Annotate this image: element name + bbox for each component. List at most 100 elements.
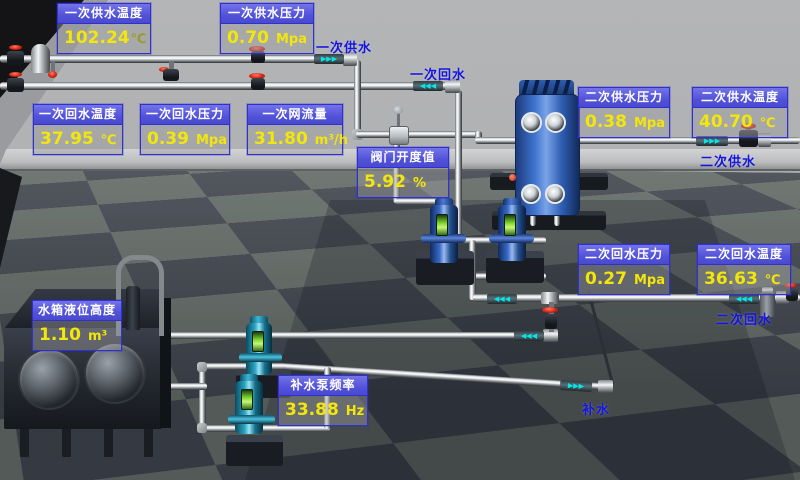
- gauge-value: 0.70: [227, 28, 269, 48]
- flow-arrows-right-icon: ▶▶▶: [560, 380, 593, 392]
- pump-flange-wings: [239, 353, 282, 362]
- control-valve[interactable]: [389, 126, 409, 145]
- gauge-value: 102.24: [64, 28, 130, 48]
- gauge-title: 阀门开度值: [358, 148, 448, 168]
- hx-drain-valve: [509, 174, 516, 181]
- gauge-secondary-return-temp: 二次回水温度 36.63℃: [697, 244, 791, 295]
- gauge-title: 一次供水温度: [58, 4, 150, 24]
- tank-vent: [126, 286, 140, 330]
- valve-handwheel[interactable]: [9, 72, 22, 77]
- gauge-value-row: 1.10 m³: [33, 321, 121, 350]
- gauge-value-row: 40.70℃: [693, 108, 787, 137]
- gauge-title: 一次供水压力: [221, 4, 313, 24]
- pipe-elbow: [197, 423, 207, 433]
- tank-leg: [104, 427, 113, 457]
- gauge-primary-supply-pressure: 一次供水压力 0.70 Mpa: [220, 3, 314, 54]
- valve-handwheel[interactable]: [9, 45, 22, 50]
- heat-exchanger-port: [545, 184, 565, 204]
- pipe-primary-return: [0, 82, 448, 90]
- gauge-unit: %: [413, 176, 426, 191]
- pipe-loop-bottom: [200, 425, 330, 432]
- gauge-title: 二次供水压力: [579, 88, 669, 108]
- pipe-flange: [598, 380, 613, 393]
- gauge-title: 一次网流量: [248, 105, 342, 125]
- pipe-label-secondary-supply: 二次供水: [700, 151, 756, 170]
- heat-exchanger-port: [545, 112, 566, 133]
- drain-valve[interactable]: [48, 71, 57, 78]
- gauge-unit: Mpa: [196, 133, 227, 148]
- gauge-value-row: 5.92%: [358, 168, 448, 197]
- gauge-value-row: 0.38 Mpa: [579, 108, 669, 137]
- gauge-value-row: 37.95 ℃: [34, 125, 122, 154]
- gauge-title: 一次回水温度: [34, 105, 122, 125]
- tank-leg: [144, 427, 153, 457]
- gauge-unit: Mpa: [634, 273, 665, 288]
- control-valve-stem: [397, 112, 400, 127]
- gauge-unit: Hz: [346, 404, 364, 419]
- pipe-riser-primary-supply: [354, 60, 361, 136]
- pump-flange-wings: [228, 415, 275, 424]
- flow-arrows-left-icon: ◀◀◀: [729, 294, 759, 304]
- gauge-unit: m³/h: [315, 133, 348, 148]
- gauge-unit: ℃: [131, 32, 147, 47]
- pump-display-window: [241, 389, 253, 410]
- gauge-tank-level: 水箱液位高度 1.10 m³: [32, 300, 122, 351]
- primary-supply-valve[interactable]: [7, 51, 24, 65]
- pipe-label-primary-return: 一次回水: [410, 64, 466, 83]
- makeup-drop-valve[interactable]: [545, 314, 557, 329]
- pipe-label-primary-supply: 一次供水: [316, 37, 372, 56]
- gauge-value: 37.95: [40, 129, 94, 149]
- pipe-label-makeup-water: 补水: [582, 399, 610, 418]
- tank-gooseneck-pipe: [116, 255, 164, 336]
- return-line-valve[interactable]: [251, 78, 265, 90]
- gauge-value-row: 0.27 Mpa: [579, 265, 669, 294]
- pump-display-window: [436, 214, 448, 236]
- gauge-unit: ℃: [760, 116, 776, 131]
- gauge-unit: ℃: [765, 273, 781, 288]
- control-valve-actuator: [393, 106, 403, 114]
- gauge-unit: m³: [88, 329, 107, 344]
- gauge-unit: Mpa: [276, 32, 307, 47]
- heat-exchanger-port: [521, 184, 541, 204]
- gauge-value: 5.92: [364, 172, 406, 192]
- flow-arrows-left-icon: ◀◀◀: [487, 294, 517, 304]
- gauge-title: 水箱液位高度: [33, 301, 121, 321]
- gauge-primary-return-pressure: 一次回水压力 0.39 Mpa: [140, 104, 230, 155]
- gauge-value: 36.63: [704, 269, 758, 289]
- gauge-primary-supply-temp: 一次供水温度 102.24℃: [57, 3, 151, 54]
- tank-manhole-cover: [86, 344, 144, 402]
- pump-base: [226, 435, 283, 466]
- gauge-primary-return-temp: 一次回水温度 37.95 ℃: [33, 104, 123, 155]
- heating-station-hmi: ▶▶▶ ◀◀◀ ▶▶▶ ◀◀◀ ◀◀◀ ◀◀◀ ▶▶▶: [0, 0, 800, 480]
- gauge-value-row: 102.24℃: [58, 24, 150, 53]
- pipe-label-secondary-return: 二次回水: [716, 309, 772, 328]
- gauge-unit: Mpa: [634, 116, 665, 131]
- pump-display-window: [504, 214, 516, 236]
- tank-leg: [20, 427, 29, 457]
- gauge-value-row: 33.88 Hz: [279, 396, 367, 425]
- gauge-unit: ℃: [101, 133, 117, 148]
- gauge-title: 二次供水温度: [693, 88, 787, 108]
- gauge-value: 33.88: [285, 400, 339, 420]
- gauge-valve-opening: 阀门开度值 5.92%: [357, 147, 449, 198]
- gauge-value: 0.27: [585, 269, 627, 289]
- gauge-value-row: 31.80m³/h: [248, 125, 342, 154]
- flow-arrows-left-icon: ◀◀◀: [514, 331, 544, 341]
- gauge-value: 31.80: [254, 129, 308, 149]
- gauge-value: 1.10: [39, 325, 81, 345]
- gauge-value: 0.39: [147, 129, 189, 149]
- tank-leg: [62, 427, 71, 457]
- primary-return-valve[interactable]: [7, 78, 24, 92]
- gauge-secondary-return-pressure: 二次回水压力 0.27 Mpa: [578, 244, 670, 295]
- valve-handwheel[interactable]: [542, 307, 558, 313]
- pipe-tank-line: [158, 332, 550, 339]
- tank-manhole-cover: [20, 350, 78, 408]
- gauge-value: 0.38: [585, 112, 627, 132]
- gauge-title: 二次回水压力: [579, 245, 669, 265]
- branch-valve[interactable]: [163, 69, 179, 81]
- gauge-value-row: 36.63 ℃: [698, 265, 790, 294]
- gauge-title: 一次回水压力: [141, 105, 229, 125]
- gauge-primary-network-flow: 一次网流量 31.80m³/h: [247, 104, 343, 155]
- gauge-value-row: 0.70 Mpa: [221, 24, 313, 53]
- pipe-to-heat-exchanger: [475, 137, 519, 144]
